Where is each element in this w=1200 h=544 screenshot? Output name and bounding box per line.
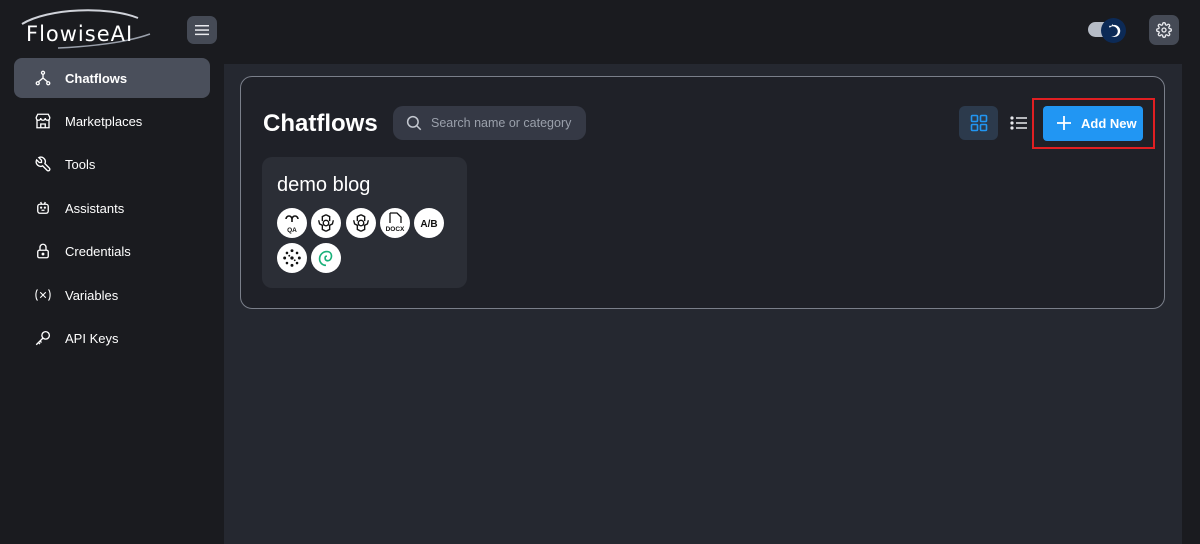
sidebar-item-chatflows[interactable]: Chatflows <box>14 58 210 98</box>
search-icon <box>406 115 422 131</box>
sidebar-item-variables[interactable]: Variables <box>14 275 210 315</box>
docx-icon: DOCX <box>380 208 410 238</box>
embeddings-swirl-icon <box>311 243 341 273</box>
grid-icon <box>970 114 987 132</box>
search-input[interactable] <box>431 106 581 140</box>
sidebar-item-label: API Keys <box>65 331 119 346</box>
wrench-icon <box>34 155 52 173</box>
gear-icon <box>1156 22 1172 38</box>
key-icon <box>34 329 52 347</box>
variable-icon <box>34 286 52 304</box>
app-header: FlowiseAI <box>0 0 1200 62</box>
store-icon <box>34 112 52 130</box>
add-new-button[interactable]: Add New <box>1043 106 1143 141</box>
list-icon <box>1010 116 1027 130</box>
logo-text: FlowiseAI <box>26 22 134 46</box>
chatflow-card[interactable]: demo blog QA DOCX A/B <box>262 157 467 288</box>
page-title: Chatflows <box>263 110 378 137</box>
chatflow-name: demo blog <box>277 174 371 196</box>
list-view-button[interactable] <box>1002 106 1036 140</box>
node-icon-text: DOCX <box>386 226 405 233</box>
sidebar-item-label: Tools <box>65 157 96 172</box>
plus-icon <box>1057 116 1071 130</box>
sidebar-item-assistants[interactable]: Assistants <box>14 188 210 228</box>
sidebar-item-label: Assistants <box>65 201 125 216</box>
sidebar-item-marketplaces[interactable]: Marketplaces <box>14 101 210 141</box>
lock-icon <box>34 242 52 260</box>
vector-store-icon <box>277 243 307 273</box>
robot-icon <box>34 199 52 217</box>
moon-icon <box>1108 23 1120 37</box>
settings-button[interactable] <box>1149 15 1179 45</box>
openai-icon <box>311 208 341 238</box>
sidebar-item-label: Chatflows <box>65 71 128 86</box>
sidebar-item-label: Marketplaces <box>65 114 143 129</box>
qa-chain-icon: QA <box>277 208 307 238</box>
node-icon-text: A/B <box>420 219 437 230</box>
hierarchy-icon <box>34 69 52 87</box>
ab-split-icon: A/B <box>414 208 444 238</box>
node-icon-text: QA <box>287 227 297 234</box>
flowise-logo[interactable]: FlowiseAI <box>18 8 154 50</box>
grid-view-button[interactable] <box>959 106 998 140</box>
dark-mode-toggle[interactable] <box>1087 18 1131 43</box>
sidebar-item-api-keys[interactable]: API Keys <box>14 318 210 358</box>
menu-toggle-button[interactable] <box>187 16 217 44</box>
sidebar-item-label: Credentials <box>65 244 131 259</box>
sidebar: Chatflows Marketplaces Tools Assistants … <box>0 56 222 544</box>
hamburger-icon <box>195 25 209 36</box>
add-new-label: Add New <box>1081 116 1137 131</box>
toggle-knob <box>1101 18 1126 43</box>
openai-icon <box>346 208 376 238</box>
search-box[interactable] <box>393 106 586 140</box>
sidebar-item-credentials[interactable]: Credentials <box>14 231 210 271</box>
sidebar-item-tools[interactable]: Tools <box>14 144 210 184</box>
sidebar-item-label: Variables <box>65 288 119 303</box>
